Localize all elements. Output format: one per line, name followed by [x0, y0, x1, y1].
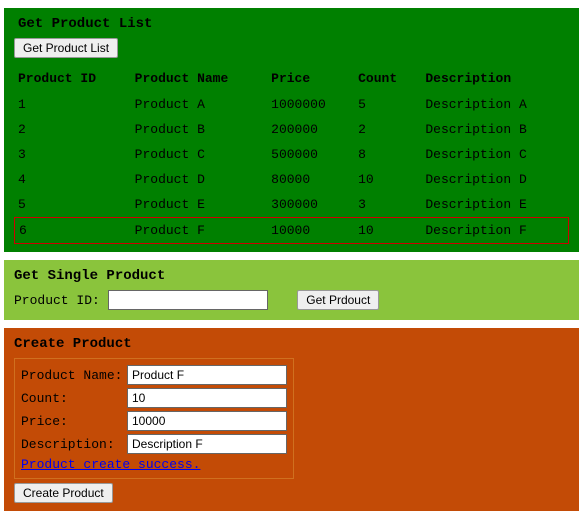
cell-count: 3	[354, 192, 421, 217]
cell-price: 10000	[267, 217, 354, 244]
cell-count: 2	[354, 117, 421, 142]
create-count-input[interactable]	[127, 388, 287, 408]
col-name: Product Name	[131, 66, 267, 92]
get-single-title: Get Single Product	[14, 268, 569, 284]
cell-id: 2	[14, 117, 131, 142]
create-name-label: Product Name:	[21, 368, 127, 383]
table-row: 5 Product E 300000 3 Description E	[14, 192, 569, 217]
create-form: Product Name: Count: Price: Description:…	[14, 358, 294, 479]
cell-name: Product B	[131, 117, 267, 142]
table-row: 4 Product D 80000 10 Description D	[14, 167, 569, 192]
cell-id: 3	[14, 142, 131, 167]
cell-id: 1	[14, 92, 131, 117]
create-desc-input[interactable]	[127, 434, 287, 454]
product-table: Product ID Product Name Price Count Desc…	[14, 66, 569, 244]
cell-desc: Description C	[421, 142, 569, 167]
get-product-button[interactable]: Get Prdouct	[297, 290, 379, 310]
cell-desc: Description D	[421, 167, 569, 192]
product-id-input[interactable]	[108, 290, 268, 310]
create-count-label: Count:	[21, 391, 127, 406]
cell-price: 300000	[267, 192, 354, 217]
table-row-selected: 6 Product F 10000 10 Description F	[14, 217, 569, 244]
cell-desc: Description A	[421, 92, 569, 117]
cell-name: Product C	[131, 142, 267, 167]
create-product-button[interactable]: Create Product	[14, 483, 113, 503]
table-header-row: Product ID Product Name Price Count Desc…	[14, 66, 569, 92]
create-name-input[interactable]	[127, 365, 287, 385]
cell-price: 500000	[267, 142, 354, 167]
cell-price: 80000	[267, 167, 354, 192]
cell-id: 6	[14, 217, 131, 244]
cell-price: 1000000	[267, 92, 354, 117]
get-product-list-panel: Get Product List Get Product List Produc…	[4, 8, 579, 252]
col-id: Product ID	[14, 66, 131, 92]
create-title: Create Product	[14, 336, 569, 352]
get-product-list-title: Get Product List	[18, 16, 569, 32]
cell-desc: Description F	[421, 217, 569, 244]
create-price-input[interactable]	[127, 411, 287, 431]
cell-desc: Description E	[421, 192, 569, 217]
cell-desc: Description B	[421, 117, 569, 142]
cell-price: 200000	[267, 117, 354, 142]
cell-count: 10	[354, 167, 421, 192]
cell-id: 5	[14, 192, 131, 217]
cell-count: 10	[354, 217, 421, 244]
col-desc: Description	[421, 66, 569, 92]
get-product-list-button[interactable]: Get Product List	[14, 38, 118, 58]
create-success-message[interactable]: Product create success.	[21, 457, 200, 472]
cell-id: 4	[14, 167, 131, 192]
cell-name: Product D	[131, 167, 267, 192]
col-count: Count	[354, 66, 421, 92]
table-row: 2 Product B 200000 2 Description B	[14, 117, 569, 142]
cell-count: 5	[354, 92, 421, 117]
col-price: Price	[267, 66, 354, 92]
cell-count: 8	[354, 142, 421, 167]
cell-name: Product A	[131, 92, 267, 117]
table-row: 1 Product A 1000000 5 Description A	[14, 92, 569, 117]
create-product-panel: Create Product Product Name: Count: Pric…	[4, 328, 579, 511]
cell-name: Product E	[131, 192, 267, 217]
create-price-label: Price:	[21, 414, 127, 429]
product-id-label: Product ID:	[14, 293, 100, 308]
table-row: 3 Product C 500000 8 Description C	[14, 142, 569, 167]
create-desc-label: Description:	[21, 437, 127, 452]
cell-name: Product F	[131, 217, 267, 244]
get-single-product-panel: Get Single Product Product ID: Get Prdou…	[4, 260, 579, 320]
